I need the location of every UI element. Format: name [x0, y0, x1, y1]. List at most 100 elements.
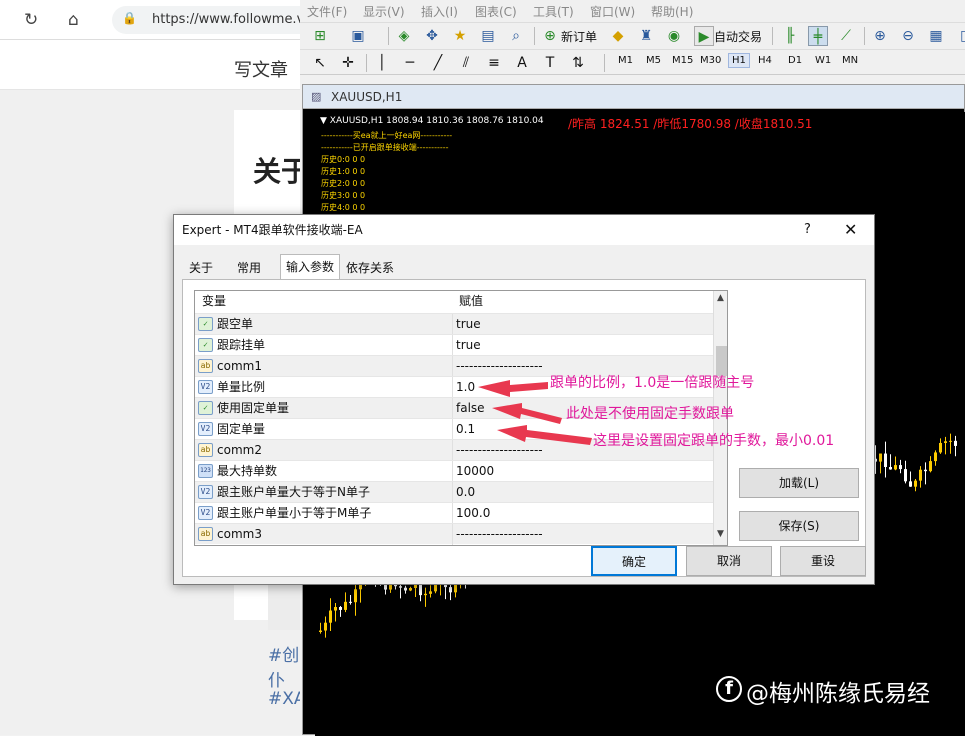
address-bar[interactable]: https://www.followme.v [112, 6, 322, 34]
zoom-out-icon[interactable]: ⊖ [898, 26, 918, 46]
table-row[interactable]: ab comm3 -------------------- [195, 523, 713, 545]
column-header-variable[interactable]: 变量 [202, 291, 226, 312]
new-order-button[interactable]: 新订单 [561, 28, 597, 45]
chart-window-title: ▨ XAUUSD,H1 [303, 85, 964, 109]
close-button[interactable]: ✕ [844, 215, 857, 245]
ea-info-line: 历史3:0 0 0 [321, 191, 366, 200]
data-window-icon[interactable]: ★ [450, 26, 470, 46]
timeframe-mn[interactable]: MN [842, 55, 858, 66]
menu-window[interactable]: 窗口(W) [590, 3, 635, 20]
param-value[interactable]: -------------------- [456, 356, 543, 377]
menu-view[interactable]: 显示(V) [363, 3, 405, 20]
tab-inputs[interactable]: 输入参数 [280, 254, 341, 280]
signals-icon[interactable]: ♜ [636, 26, 656, 46]
candlestick-icon[interactable]: ╪ [808, 26, 828, 46]
menu-chart[interactable]: 图表(C) [475, 3, 517, 20]
tab-common[interactable]: 常用 [232, 257, 266, 279]
tab-dependencies[interactable]: 依存关系 [341, 257, 399, 279]
param-value[interactable]: 10000 [456, 461, 494, 482]
table-row[interactable]: ✓ 跟踪挂单 true [195, 334, 713, 356]
scroll-down-icon[interactable]: ▼ [717, 529, 724, 539]
tester-icon[interactable]: ⌕ [506, 26, 526, 46]
home-icon[interactable]: ⌂ [68, 10, 79, 30]
terminal-icon[interactable]: ▤ [478, 26, 498, 46]
zoom-in-icon[interactable]: ⊕ [870, 26, 890, 46]
horizontal-line-icon[interactable]: ─ [400, 53, 420, 73]
write-article-link[interactable]: 写文章 [234, 56, 288, 82]
channel-icon[interactable]: ⫽ [456, 53, 476, 73]
line-chart-icon[interactable]: ⟋ [836, 26, 856, 46]
reset-button[interactable]: 重设 [780, 546, 866, 576]
timeframe-h1[interactable]: H1 [728, 53, 750, 68]
param-value[interactable]: -------------------- [456, 440, 543, 461]
vertical-line-icon[interactable]: │ [372, 53, 392, 73]
ea-info-line: 历史2:0 0 0 [321, 179, 366, 188]
candle [894, 456, 897, 471]
ok-button[interactable]: 确定 [591, 546, 677, 576]
candle [324, 616, 327, 638]
param-value[interactable]: 100.0 [456, 503, 490, 524]
auto-trading-icon[interactable]: ▶ [694, 26, 714, 46]
param-value[interactable]: 0.0 [456, 482, 475, 503]
menu-help[interactable]: 帮助(H) [651, 3, 693, 20]
timeframe-w1[interactable]: W1 [815, 55, 831, 66]
param-value[interactable]: -------------------- [456, 524, 543, 545]
metaeditor-icon[interactable]: ◆ [608, 26, 628, 46]
table-row[interactable]: ✓ 跟空单 true [195, 313, 713, 335]
load-button[interactable]: 加载(L) [739, 468, 859, 498]
timeframe-m1[interactable]: M1 [618, 55, 633, 66]
candle [334, 603, 337, 622]
candle [924, 462, 927, 485]
market-watch-icon[interactable]: ◈ [394, 26, 414, 46]
param-value[interactable]: true [456, 314, 481, 335]
param-value[interactable]: 0.1 [456, 419, 475, 440]
cursor-icon[interactable]: ↖ [310, 53, 330, 73]
timeframe-m30[interactable]: M30 [700, 55, 721, 66]
candle [929, 456, 932, 473]
param-type-v2-icon: V2 [198, 485, 213, 499]
table-row[interactable]: V2 跟主账户单量小于等于M单子 100.0 [195, 502, 713, 524]
new-order-icon[interactable]: ⊕ [540, 26, 560, 46]
bar-chart-icon[interactable]: ╟ [780, 26, 800, 46]
tab-about[interactable]: 关于 [184, 257, 218, 279]
candle [944, 436, 947, 455]
timeframe-d1[interactable]: D1 [788, 55, 802, 66]
param-value[interactable]: 1.0 [456, 377, 475, 398]
text-icon[interactable]: A [512, 53, 532, 73]
label-icon[interactable]: T [540, 53, 560, 73]
help-button[interactable]: ? [804, 215, 811, 245]
param-type-bool-icon: ✓ [198, 401, 213, 415]
param-type-bool-icon: ✓ [198, 338, 213, 352]
timeframe-h4[interactable]: H4 [758, 55, 772, 66]
menu-insert[interactable]: 插入(I) [421, 3, 458, 20]
auto-trading-button[interactable]: 自动交易 [714, 28, 762, 45]
candle [914, 478, 917, 492]
param-value[interactable]: true [456, 335, 481, 356]
new-chart-icon[interactable]: ⊞ [310, 26, 330, 46]
cancel-button[interactable]: 取消 [686, 546, 772, 576]
save-button[interactable]: 保存(S) [739, 511, 859, 541]
drawing-toolbar: ↖ ✛ │ ─ ╱ ⫽ ≡ A T ⇅ M1 M5 M15 M30 H1 H4 … [300, 49, 965, 75]
menu-tools[interactable]: 工具(T) [533, 3, 574, 20]
community-icon[interactable]: ◉ [664, 26, 684, 46]
timeframe-m5[interactable]: M5 [646, 55, 661, 66]
arrows-icon[interactable]: ⇅ [568, 53, 588, 73]
menu-file[interactable]: 文件(F) [307, 3, 347, 20]
crosshair-icon[interactable]: ✛ [338, 53, 358, 73]
trendline-icon[interactable]: ╱ [428, 53, 448, 73]
param-type-v2-icon: V2 [198, 422, 213, 436]
candle [349, 595, 352, 605]
chart-shift-icon[interactable]: ▯ [954, 26, 965, 46]
refresh-icon[interactable]: ↻ [24, 10, 38, 30]
fibonacci-icon[interactable]: ≡ [484, 53, 504, 73]
param-value[interactable]: false [456, 398, 485, 419]
table-row[interactable]: V2 跟主账户单量大于等于N单子 0.0 [195, 481, 713, 503]
column-header-value[interactable]: 赋值 [459, 291, 483, 312]
table-row[interactable]: 123 最大持单数 10000 [195, 460, 713, 482]
timeframe-m15[interactable]: M15 [672, 55, 693, 66]
tile-windows-icon[interactable]: ▦ [926, 26, 946, 46]
param-name: comm1 [217, 359, 262, 373]
profiles-icon[interactable]: ▣ [348, 26, 368, 46]
scroll-up-icon[interactable]: ▲ [717, 293, 724, 303]
navigator-icon[interactable]: ✥ [422, 26, 442, 46]
